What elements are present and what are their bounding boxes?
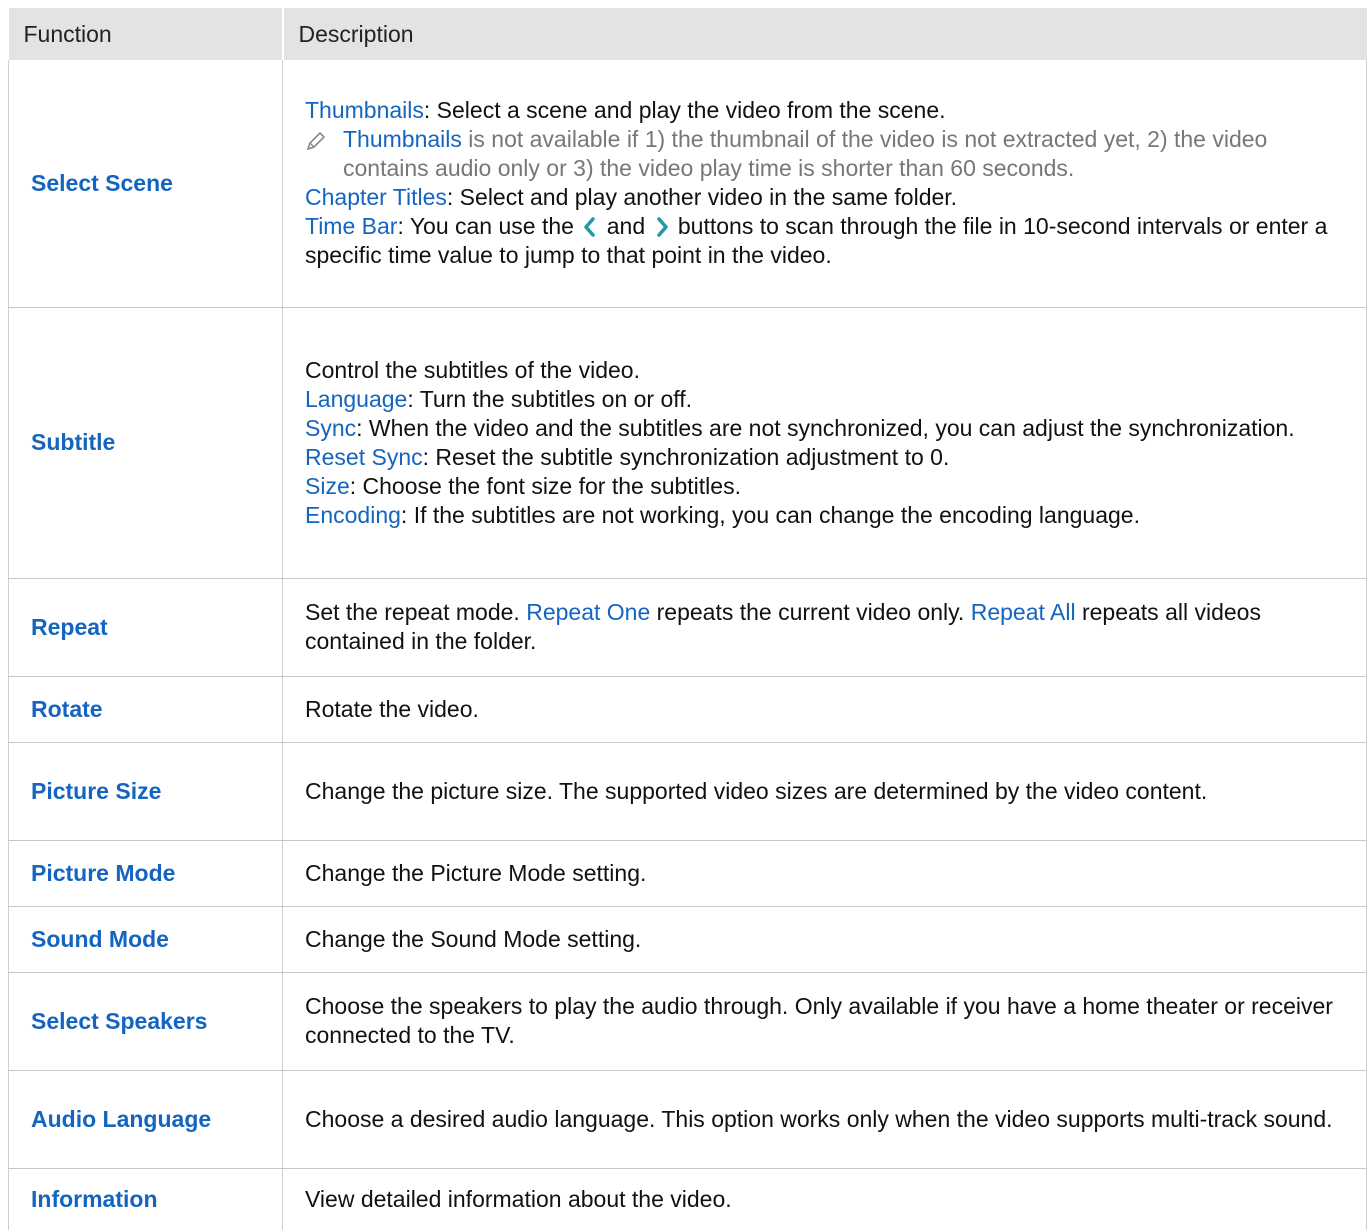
chevron-right-icon xyxy=(656,217,668,237)
table-header: Function Description xyxy=(8,8,1367,60)
function-cell: Subtitle xyxy=(8,307,283,579)
header-function: Function xyxy=(8,8,283,60)
description-line: Language: Turn the subtitles on or off. xyxy=(305,385,693,412)
pencil-icon xyxy=(306,132,326,151)
note: Thumbnails is not available if 1) the th… xyxy=(305,125,1352,183)
description-cell: Change the Sound Mode setting. xyxy=(282,906,1367,973)
table-row: Sound Mode Change the Sound Mode setting… xyxy=(8,906,1367,973)
header-description: Description xyxy=(281,8,1367,60)
description-cell: Change the Picture Mode setting. xyxy=(282,840,1367,907)
table-row: Select Scene Thumbnails: Select a scene … xyxy=(8,60,1367,308)
description-line: Chapter Titles: Select and play another … xyxy=(305,184,958,211)
description-line: Control the subtitles of the video. xyxy=(305,356,640,383)
description-cell: Control the subtitles of the video. Lang… xyxy=(282,307,1367,579)
table-row: Subtitle Control the subtitles of the vi… xyxy=(8,307,1367,579)
description-line: Reset Sync: Reset the subtitle synchroni… xyxy=(305,443,950,470)
description-line: Encoding: If the subtitles are not worki… xyxy=(305,501,1140,528)
term-time-bar: Time Bar xyxy=(305,213,398,240)
function-cell: Sound Mode xyxy=(8,906,283,973)
table-row: Select Speakers Choose the speakers to p… xyxy=(8,972,1367,1071)
table-row: Picture Size Change the picture size. Th… xyxy=(8,742,1367,841)
function-table: Function Description Select Scene Thumbn… xyxy=(8,8,1367,1230)
description-cell: Set the repeat mode. Repeat One repeats … xyxy=(282,578,1367,677)
term-thumbnails: Thumbnails xyxy=(305,97,424,124)
note-term: Thumbnails xyxy=(343,126,462,153)
function-cell: Information xyxy=(8,1168,283,1230)
description-cell: Choose a desired audio language. This op… xyxy=(282,1070,1367,1169)
function-cell: Picture Size xyxy=(8,742,283,841)
function-cell: Select Scene xyxy=(8,60,283,308)
description-line: Sync: When the video and the subtitles a… xyxy=(305,414,1295,441)
table-row: Repeat Set the repeat mode. Repeat One r… xyxy=(8,578,1367,677)
function-cell: Select Speakers xyxy=(8,972,283,1071)
description-cell: View detailed information about the vide… xyxy=(282,1168,1367,1230)
chevron-left-icon xyxy=(584,217,596,237)
function-cell: Rotate xyxy=(8,676,283,743)
term-chapter-titles: Chapter Titles xyxy=(305,184,447,211)
table-row: Audio Language Choose a desired audio la… xyxy=(8,1070,1367,1169)
description-line: Time Bar: You can use the and buttons to… xyxy=(305,213,1328,269)
description-cell: Thumbnails: Select a scene and play the … xyxy=(282,60,1367,308)
table-row: Rotate Rotate the video. xyxy=(8,676,1367,743)
table-row: Picture Mode Change the Picture Mode set… xyxy=(8,840,1367,907)
description-cell: Change the picture size. The supported v… xyxy=(282,742,1367,841)
description-cell: Choose the speakers to play the audio th… xyxy=(282,972,1367,1071)
description-line: Thumbnails: Select a scene and play the … xyxy=(305,97,946,124)
function-cell: Repeat xyxy=(8,578,283,677)
function-cell: Audio Language xyxy=(8,1070,283,1169)
table-row: Information View detailed information ab… xyxy=(8,1168,1367,1230)
description-cell: Rotate the video. xyxy=(282,676,1367,743)
description-line: Size: Choose the font size for the subti… xyxy=(305,472,741,499)
function-cell: Picture Mode xyxy=(8,840,283,907)
